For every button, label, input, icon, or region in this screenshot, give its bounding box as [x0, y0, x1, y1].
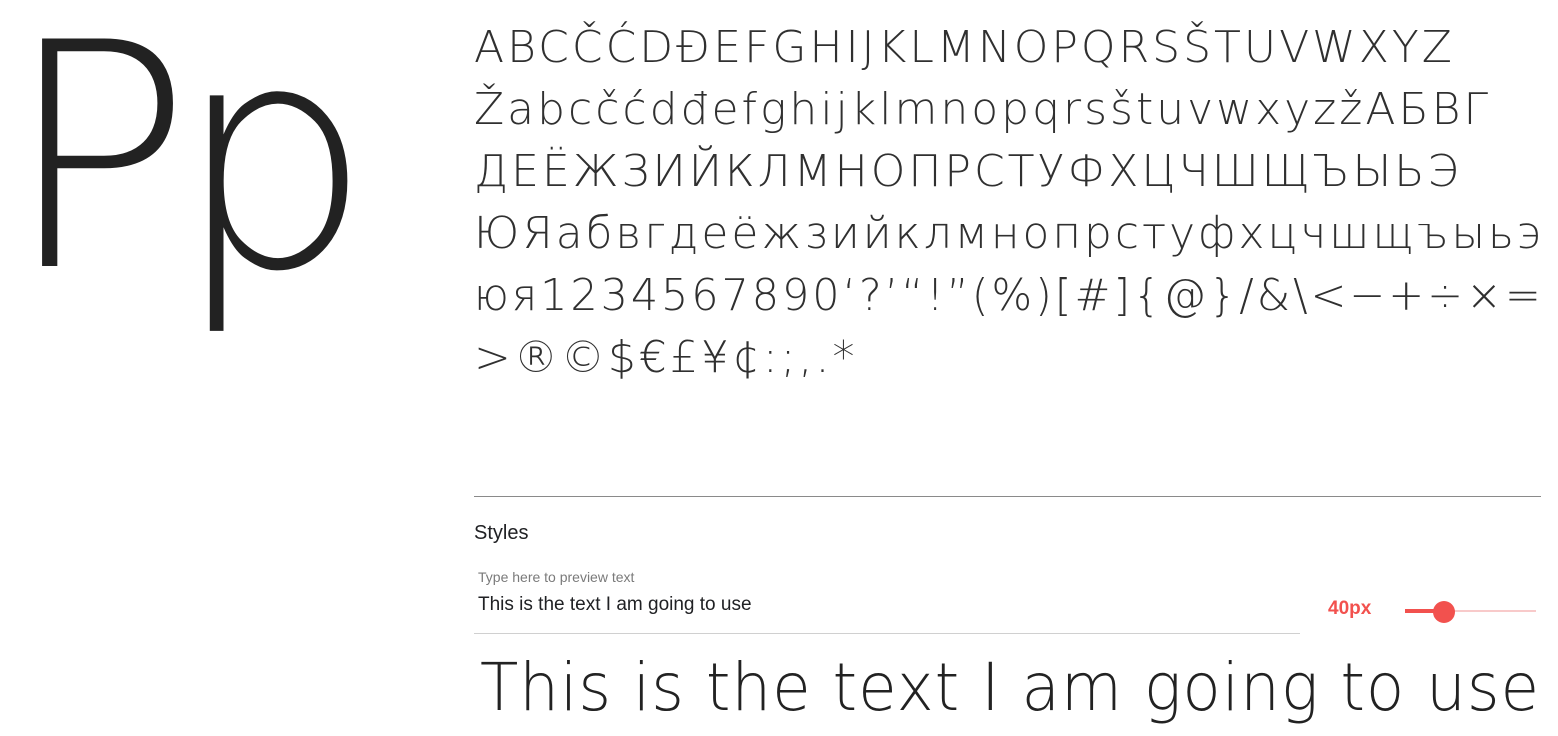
- glyph-line: юя1234567890‘?’“!”(%)[#]{@}/&\<−+÷×=: [474, 270, 1544, 321]
- glyph-line: ЮЯабвгдеёжзийклмнопрстуфхцчшщъыьэ: [474, 208, 1544, 259]
- glyph-line: ДЕЁЖЗИЙКЛМНОПРСТУФХЦЧШЩЪЫЬЭ: [474, 146, 1462, 197]
- glyph-line: >®©$€£¥¢:;,.*: [474, 332, 858, 383]
- font-size-slider[interactable]: [1405, 601, 1536, 623]
- preview-input-label: Type here to preview text: [478, 569, 635, 585]
- section-divider: [474, 496, 1541, 497]
- styles-heading: Styles: [474, 522, 529, 544]
- preview-output-text: This is the text I am going to use: [480, 649, 1541, 726]
- glyph-line: ŽabcčćdđefghijklmnopqrsštuvwxyzžАБВГ: [474, 84, 1491, 135]
- font-size-label: 40px: [1328, 598, 1372, 619]
- slider-thumb[interactable]: [1433, 601, 1456, 623]
- glyph-grid: ABCČĆDĐEFGHIJKLMNOPQRSŠTUVWXYZ Žabcčćdđe…: [474, 22, 1544, 394]
- preview-text-input[interactable]: [478, 594, 1278, 616]
- preview-text-field[interactable]: Type here to preview text: [474, 566, 1300, 634]
- glyph-line: ABCČĆDĐEFGHIJKLMNOPQRSŠTUVWXYZ: [474, 22, 1455, 73]
- big-specimen-letters: Pp: [4, 0, 372, 340]
